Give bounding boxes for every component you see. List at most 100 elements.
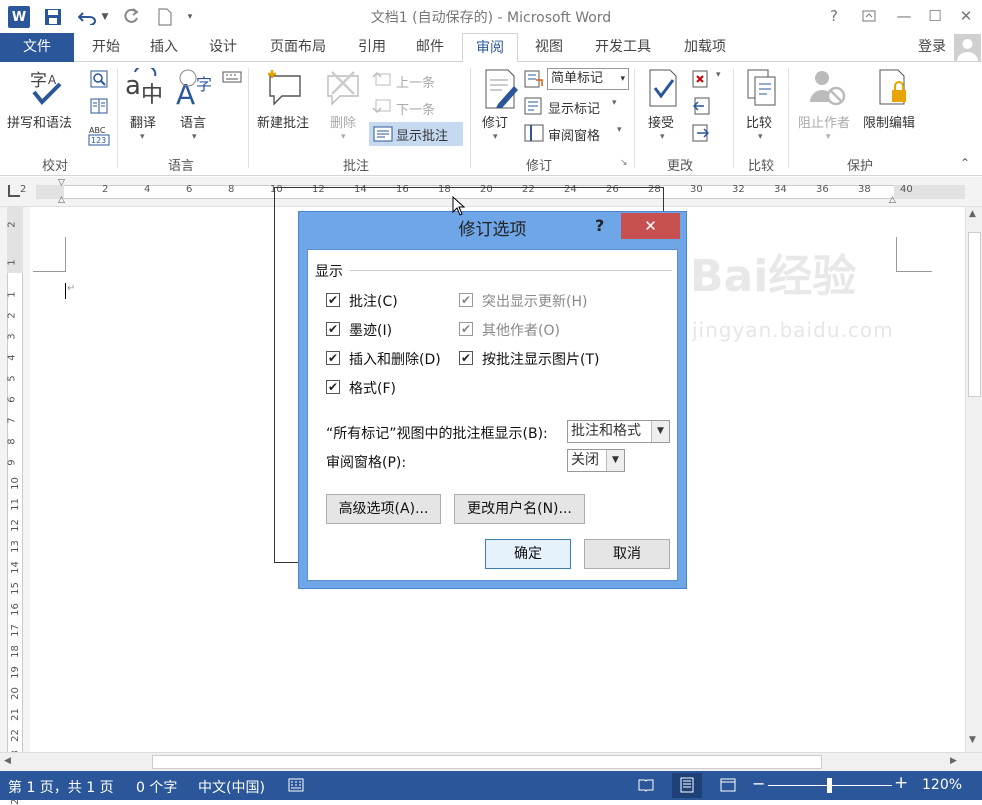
other-authors-checkbox[interactable]: ✔ — [459, 322, 473, 336]
language-dropdown-icon[interactable]: ▾ — [192, 132, 197, 142]
tab-home[interactable]: 开始 — [80, 33, 132, 62]
restrict-editing-icon[interactable] — [878, 68, 910, 112]
tab-references[interactable]: 引用 — [346, 33, 398, 62]
tab-view[interactable]: 视图 — [524, 33, 574, 62]
login-link[interactable]: 登录 — [910, 33, 954, 62]
reject-dropdown-icon[interactable]: ▾ — [716, 70, 721, 80]
track-changes-button[interactable]: 修订 — [482, 112, 508, 131]
tab-design[interactable]: 设计 — [197, 33, 249, 62]
tab-addins[interactable]: 加载项 — [672, 33, 738, 62]
research-icon[interactable] — [90, 70, 108, 92]
language-icon[interactable]: A字 — [176, 68, 216, 112]
restrict-editing-button[interactable]: 限制编辑 — [863, 112, 915, 131]
avatar[interactable] — [954, 34, 981, 61]
read-mode-icon[interactable] — [638, 778, 654, 796]
hanging-indent-icon[interactable]: △ — [58, 195, 65, 205]
scroll-down-icon[interactable]: ▼ — [969, 735, 976, 745]
minimize-button[interactable]: — — [890, 3, 918, 29]
show-markup-dropdown-icon[interactable]: ▾ — [612, 98, 617, 108]
new-comment-icon[interactable] — [266, 68, 306, 112]
right-indent-icon[interactable]: △ — [889, 195, 896, 205]
chinese-conversion-icon[interactable] — [222, 70, 242, 88]
vertical-ruler[interactable]: 2112345678910111213141516171819202122232… — [0, 207, 30, 805]
translate-icon[interactable]: a中 — [125, 64, 167, 112]
insert-delete-checkbox[interactable]: ✔ — [326, 351, 340, 365]
scroll-up-icon[interactable]: ▲ — [969, 209, 976, 219]
word-count[interactable]: 0 个字 — [136, 777, 177, 797]
show-markup-button[interactable]: 显示标记 — [548, 98, 600, 117]
track-changes-icon[interactable] — [484, 68, 520, 114]
language-button[interactable]: 语言 — [180, 112, 206, 131]
collapse-ribbon-icon[interactable]: ⌃ — [960, 156, 970, 170]
cancel-button[interactable]: 取消 — [584, 539, 670, 569]
previous-comment-icon[interactable] — [372, 71, 392, 91]
previous-change-icon[interactable] — [692, 97, 710, 119]
change-user-name-button[interactable]: 更改用户名(N)... — [454, 494, 585, 524]
markup-select[interactable]: 简单标记 ▾ — [547, 68, 629, 90]
format-checkbox[interactable]: ✔ — [326, 380, 340, 394]
tab-review[interactable]: 审阅 — [462, 33, 518, 63]
reject-icon[interactable] — [692, 70, 710, 92]
close-window-button[interactable]: ✕ — [952, 3, 980, 29]
block-dropdown-icon[interactable]: ▾ — [826, 132, 831, 142]
zoom-level[interactable]: 120% — [922, 777, 962, 793]
accept-dropdown-icon[interactable]: ▾ — [660, 132, 665, 142]
ink-checkbox[interactable]: ✔ — [326, 322, 340, 336]
next-comment-button[interactable]: 下一条 — [396, 99, 435, 118]
review-pane-icon[interactable] — [524, 124, 544, 146]
highlight-updates-checkbox[interactable]: ✔ — [459, 293, 473, 307]
language-status[interactable]: 中文(中国) — [198, 777, 265, 797]
new-comment-button[interactable]: 新建批注 — [257, 112, 309, 131]
vscroll-thumb[interactable] — [968, 232, 981, 397]
review-pane-button[interactable]: 审阅窗格 — [548, 125, 600, 144]
show-comments-button[interactable]: 显示批注 — [369, 122, 463, 146]
advanced-options-button[interactable]: 高级选项(A)... — [326, 494, 441, 524]
zoom-out-button[interactable]: − — [752, 774, 765, 793]
next-change-icon[interactable] — [692, 124, 710, 146]
translate-dropdown-icon[interactable]: ▾ — [140, 132, 145, 142]
tracking-options-launcher-icon[interactable]: ↘ — [620, 158, 628, 168]
compare-icon[interactable] — [746, 68, 778, 112]
accept-icon[interactable] — [648, 68, 680, 112]
ribbon-display-icon[interactable] — [855, 3, 883, 29]
comments-checkbox[interactable]: ✔ — [326, 293, 340, 307]
dialog-help-button[interactable]: ? — [595, 216, 604, 235]
balloon-select[interactable]: 批注和格式 ▼ — [567, 420, 670, 443]
track-dropdown-icon[interactable]: ▾ — [493, 132, 498, 142]
show-markup-icon[interactable] — [524, 97, 544, 119]
compare-button[interactable]: 比较 — [746, 112, 772, 131]
previous-comment-button[interactable]: 上一条 — [396, 72, 435, 91]
horizontal-scrollbar[interactable]: ◀ ▶ — [0, 752, 982, 771]
block-authors-icon[interactable] — [808, 68, 848, 112]
spelling-icon[interactable]: 字A — [28, 68, 64, 112]
tab-selector-icon[interactable] — [8, 185, 20, 197]
scroll-right-icon[interactable]: ▶ — [950, 756, 957, 766]
hscroll-thumb[interactable] — [152, 755, 822, 769]
maximize-button[interactable]: ☐ — [921, 3, 949, 29]
vertical-scrollbar[interactable]: ▲ ▼ — [965, 207, 982, 752]
next-comment-icon[interactable] — [372, 98, 392, 118]
thesaurus-icon[interactable] — [90, 98, 108, 118]
compare-dropdown-icon[interactable]: ▾ — [758, 132, 763, 142]
delete-comment-button[interactable]: 删除 — [330, 112, 356, 131]
delete-comment-icon[interactable] — [324, 68, 364, 112]
page-count[interactable]: 第 1 页，共 1 页 — [8, 777, 114, 797]
translate-button[interactable]: 翻译 — [130, 112, 156, 131]
ok-button[interactable]: 确定 — [485, 539, 571, 569]
tab-mailings[interactable]: 邮件 — [404, 33, 456, 62]
review-pane-dropdown-icon[interactable]: ▾ — [617, 125, 622, 135]
review-pane-select[interactable]: 关闭 ▼ — [567, 449, 625, 472]
help-button[interactable]: ? — [820, 3, 848, 29]
first-line-indent-icon[interactable]: ▽ — [58, 178, 65, 188]
pictures-by-comment-checkbox[interactable]: ✔ — [459, 351, 473, 365]
macro-recording-icon[interactable] — [288, 778, 304, 796]
spelling-button[interactable]: 拼写和语法 — [7, 112, 72, 131]
print-layout-button[interactable] — [672, 773, 702, 798]
display-review-icon[interactable] — [524, 70, 544, 92]
web-layout-icon[interactable] — [720, 778, 736, 796]
zoom-in-button[interactable]: + — [894, 773, 908, 793]
word-count-icon[interactable]: ABC 123 — [88, 124, 110, 150]
scroll-left-icon[interactable]: ◀ — [4, 756, 11, 766]
tab-layout[interactable]: 页面布局 — [256, 33, 340, 62]
dialog-close-button[interactable]: ✕ — [621, 213, 680, 239]
